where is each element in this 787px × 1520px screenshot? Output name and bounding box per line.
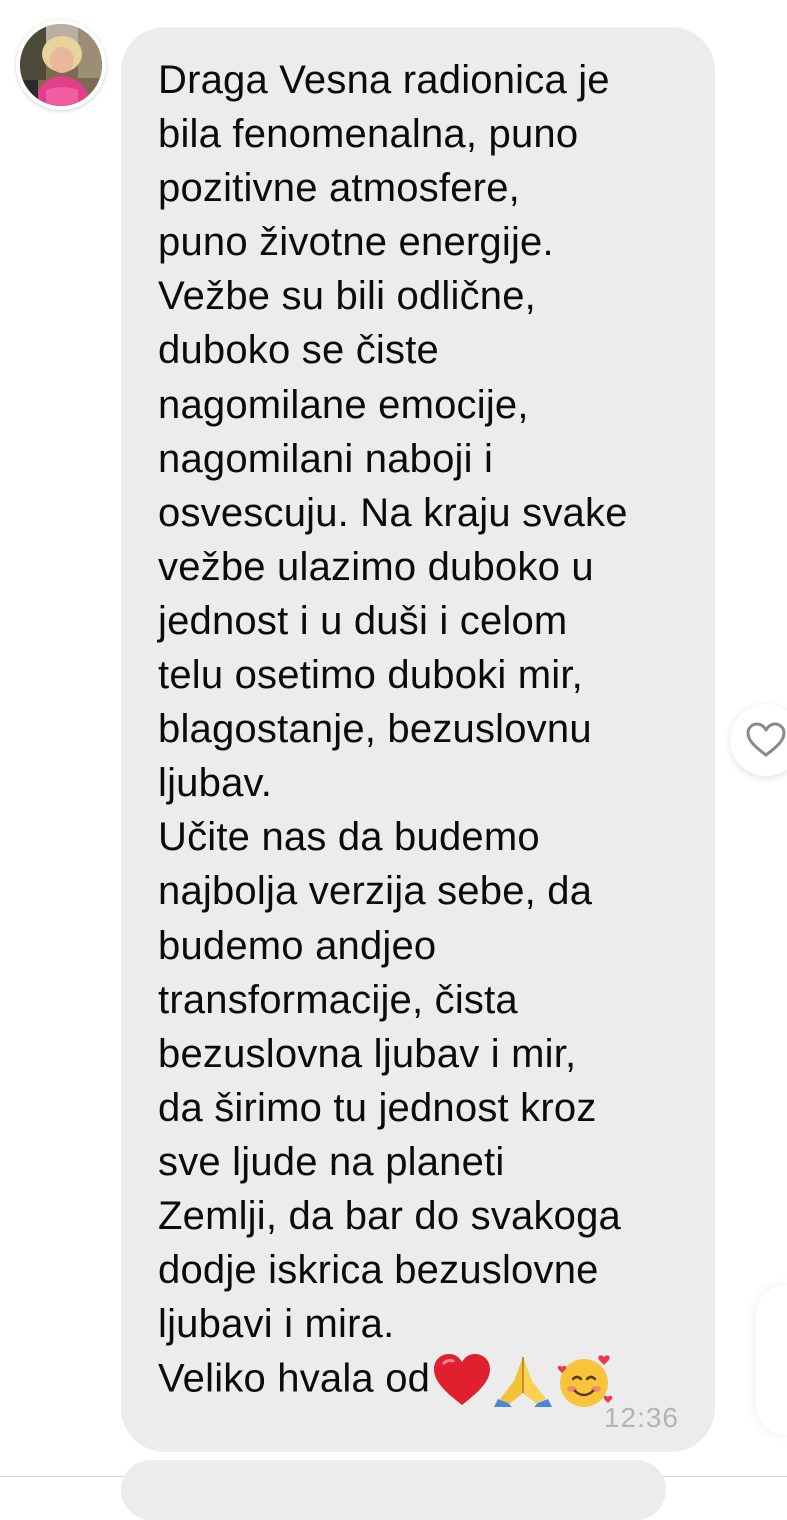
message-line: Draga Vesna radionica je	[158, 58, 610, 102]
avatar-photo	[17, 21, 105, 109]
message-line: bila fenomenalna, puno	[158, 112, 579, 157]
message-bubble[interactable]: Draga Vesna radionica je bila fenomenaln…	[121, 27, 715, 1452]
message-line: telu osetimo duboki mir,	[158, 653, 583, 698]
message-line: ljubav.	[158, 761, 273, 806]
heart-outline-icon	[746, 722, 786, 757]
message-line: jednost i u duši i celom	[158, 598, 568, 643]
message-line: sve ljude na planeti	[158, 1139, 505, 1184]
message-line: Zemlji, da bar do svakoga	[158, 1193, 622, 1238]
message-line: bezuslovna ljubav i mir,	[158, 1031, 577, 1076]
message-line: osvescuju. Na kraju svake	[158, 490, 628, 535]
message-line: transformacije, čista	[158, 977, 518, 1022]
message-line: Vežbe su bili odlične,	[158, 274, 536, 319]
message-line-text: Veliko hvala od	[158, 1356, 431, 1401]
message-line: ljubavi i mira.	[158, 1302, 395, 1347]
avatar[interactable]	[16, 20, 106, 110]
red-heart-icon	[434, 1354, 491, 1406]
message-line: nagomilane emocije,	[158, 382, 529, 427]
message-line: Učite nas da budemo	[158, 815, 540, 860]
message-line: duboko se čiste	[158, 328, 439, 373]
message-line: nagomilani naboji i	[158, 436, 494, 481]
message-text: Draga Vesna radionica je bila fenomenaln…	[158, 53, 706, 1411]
next-message-bubble[interactable]	[121, 1460, 666, 1520]
reaction-button[interactable]	[730, 704, 787, 776]
folded-hands-icon	[494, 1357, 553, 1408]
message-line: budemo andjeo	[158, 923, 437, 968]
edge-panel	[756, 1285, 787, 1435]
emoji-group	[432, 1351, 614, 1411]
message-line: puno životne energije.	[158, 220, 554, 265]
message-timestamp: 12:36	[603, 1402, 679, 1433]
message-line: dodje iskrica bezuslovne	[158, 1248, 599, 1293]
message-line: najbolja verzija sebe, da	[158, 869, 593, 914]
message-line: blagostanje, bezuslovnu	[158, 707, 592, 752]
message-line: da širimo tu jednost kroz	[158, 1085, 597, 1130]
message-line: vežbe ulazimo duboko u	[158, 544, 594, 589]
message-line: pozitivne atmosfere,	[158, 166, 520, 211]
